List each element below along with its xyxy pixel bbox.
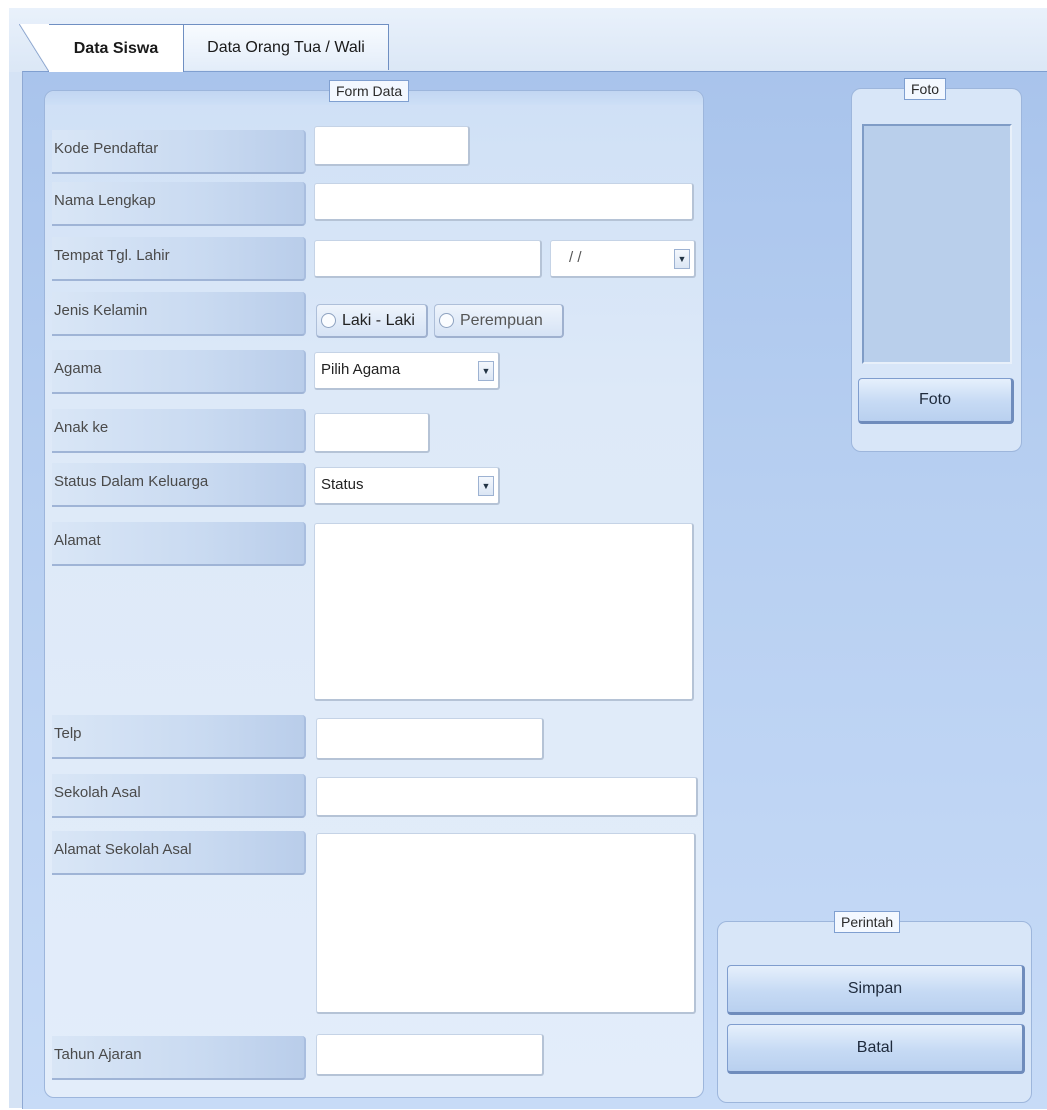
tahun-ajaran-input[interactable] bbox=[316, 1034, 544, 1076]
label-nama-lengkap: Nama Lengkap bbox=[52, 182, 306, 226]
radio-laki-laki-label: Laki - Laki bbox=[342, 311, 415, 329]
telp-input[interactable] bbox=[316, 718, 544, 760]
label-alamat: Alamat bbox=[52, 522, 306, 566]
radio-circle-icon bbox=[321, 313, 336, 328]
tab-data-orang-tua[interactable]: Data Orang Tua / Wali bbox=[183, 24, 389, 70]
label-anak-ke: Anak ke bbox=[52, 409, 306, 453]
tanggal-lahir-picker[interactable]: / / ▼ bbox=[550, 240, 696, 278]
simpan-button[interactable]: Simpan bbox=[727, 965, 1025, 1015]
label-status-keluarga: Status Dalam Keluarga bbox=[52, 463, 306, 507]
status-keluarga-select[interactable]: Status ▼ bbox=[314, 467, 500, 505]
radio-laki-laki[interactable]: Laki - Laki bbox=[316, 304, 428, 338]
perintah-group-title: Perintah bbox=[834, 911, 901, 933]
label-kode-pendaftar: Kode Pendaftar bbox=[52, 130, 306, 174]
status-keluarga-value: Status bbox=[321, 476, 364, 493]
label-alamat-sekolah-asal: Alamat Sekolah Asal bbox=[52, 831, 306, 875]
chevron-down-icon[interactable]: ▼ bbox=[674, 248, 690, 269]
chevron-down-icon[interactable]: ▼ bbox=[478, 360, 494, 381]
foto-button[interactable]: Foto bbox=[858, 378, 1014, 424]
anak-ke-input[interactable] bbox=[314, 413, 430, 453]
kode-pendaftar-input[interactable] bbox=[314, 126, 470, 166]
label-telp: Telp bbox=[52, 715, 306, 759]
radio-perempuan[interactable]: Perempuan bbox=[434, 304, 564, 338]
radio-perempuan-label: Perempuan bbox=[460, 311, 543, 329]
sekolah-asal-input[interactable] bbox=[316, 777, 698, 817]
foto-group-title: Foto bbox=[904, 78, 947, 100]
alamat-sekolah-asal-textarea[interactable] bbox=[316, 833, 696, 1014]
chevron-down-icon[interactable]: ▼ bbox=[478, 475, 494, 496]
label-sekolah-asal: Sekolah Asal bbox=[52, 774, 306, 818]
nama-lengkap-input[interactable] bbox=[314, 183, 694, 221]
agama-select[interactable]: Pilih Agama ▼ bbox=[314, 352, 500, 390]
tempat-lahir-input[interactable] bbox=[314, 240, 542, 278]
batal-button[interactable]: Batal bbox=[727, 1024, 1025, 1074]
label-agama: Agama bbox=[52, 350, 306, 394]
agama-select-value: Pilih Agama bbox=[321, 361, 401, 378]
alamat-textarea[interactable] bbox=[314, 523, 694, 701]
tanggal-lahir-value: / / bbox=[569, 249, 582, 266]
label-jenis-kelamin: Jenis Kelamin bbox=[52, 292, 306, 336]
label-tempat-tgl-lahir: Tempat Tgl. Lahir bbox=[52, 237, 306, 281]
radio-circle-icon bbox=[439, 313, 454, 328]
tab-data-siswa[interactable]: Data Siswa bbox=[19, 24, 184, 72]
photo-preview bbox=[862, 124, 1012, 364]
form-data-title: Form Data bbox=[329, 80, 410, 102]
label-tahun-ajaran: Tahun Ajaran bbox=[52, 1036, 306, 1080]
